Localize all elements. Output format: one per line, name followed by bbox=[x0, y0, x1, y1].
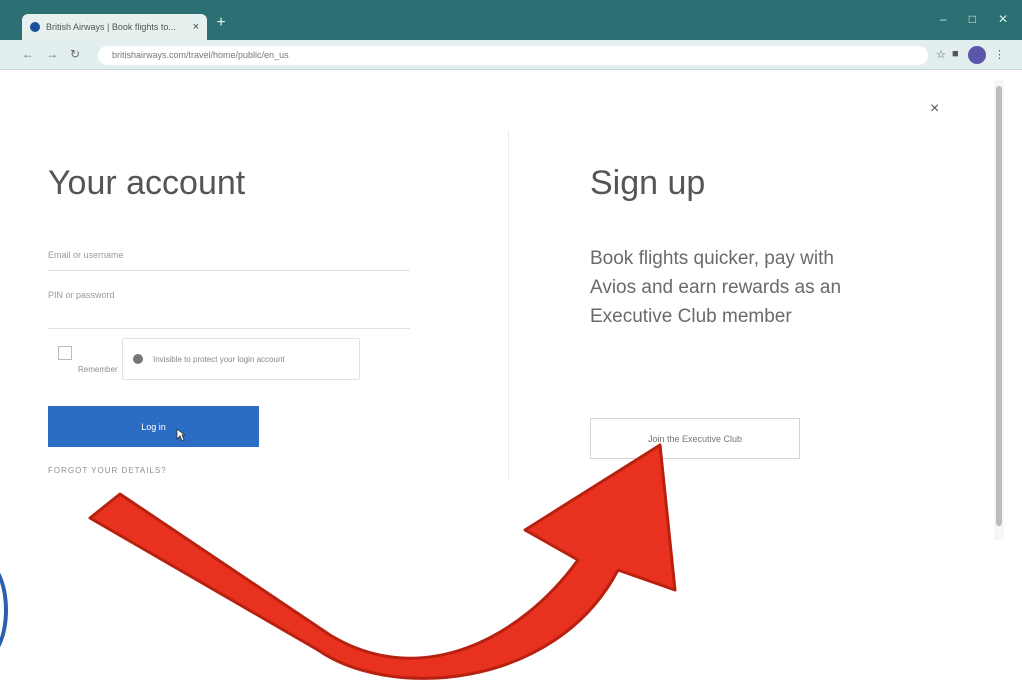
remember-label: Remember bbox=[78, 365, 118, 374]
signup-title: Sign up bbox=[590, 164, 706, 202]
window-controls: – □ ✕ bbox=[940, 12, 1008, 26]
login-button[interactable]: Log in bbox=[48, 406, 259, 447]
mouse-pointer-icon bbox=[176, 428, 186, 442]
recaptcha-icon bbox=[133, 354, 143, 364]
menu-icon[interactable]: ⋮ bbox=[994, 48, 1005, 61]
forward-icon[interactable]: → bbox=[46, 47, 58, 61]
recaptcha-badge: Invisible to protect your login account bbox=[122, 338, 360, 380]
maximize-icon[interactable]: □ bbox=[969, 12, 976, 26]
back-icon[interactable]: ← bbox=[22, 47, 34, 61]
favicon-icon bbox=[30, 22, 40, 32]
email-field-underline bbox=[48, 270, 410, 271]
close-tab-icon[interactable]: × bbox=[193, 21, 199, 33]
password-label: PIN or password bbox=[48, 290, 115, 300]
scrollbar-thumb[interactable] bbox=[996, 86, 1002, 526]
panel-divider bbox=[508, 130, 509, 480]
recaptcha-text: Invisible to protect your login account bbox=[153, 354, 285, 364]
tab-title: British Airways | Book flights to... bbox=[46, 22, 176, 32]
new-tab-button[interactable]: + bbox=[212, 14, 230, 32]
close-window-icon[interactable]: ✕ bbox=[998, 12, 1008, 26]
browser-toolbar: ← → ↻ britishairways.com/travel/home/pub… bbox=[0, 40, 1022, 70]
star-icon[interactable]: ☆ bbox=[936, 48, 946, 61]
password-field[interactable] bbox=[48, 328, 410, 329]
partial-circle-annotation bbox=[0, 560, 8, 660]
modal-close-icon[interactable]: × bbox=[930, 100, 939, 118]
remember-checkbox[interactable] bbox=[58, 346, 72, 360]
browser-tab[interactable]: British Airways | Book flights to... × bbox=[22, 14, 207, 40]
address-bar[interactable]: britishairways.com/travel/home/public/en… bbox=[98, 46, 928, 65]
browser-titlebar: British Airways | Book flights to... × +… bbox=[0, 0, 1022, 40]
profile-avatar-icon[interactable] bbox=[968, 46, 986, 64]
email-field[interactable]: Email or username bbox=[48, 250, 124, 260]
signup-description: Book flights quicker, pay with Avios and… bbox=[590, 248, 842, 327]
forgot-details-link[interactable]: Forgot your details? bbox=[48, 466, 167, 475]
extensions-icon[interactable]: ■ bbox=[952, 48, 959, 60]
reload-icon[interactable]: ↻ bbox=[70, 47, 80, 61]
account-title: Your account bbox=[48, 164, 246, 202]
minimize-icon[interactable]: – bbox=[940, 12, 947, 26]
join-executive-club-button[interactable]: Join the Executive Club bbox=[590, 418, 800, 459]
